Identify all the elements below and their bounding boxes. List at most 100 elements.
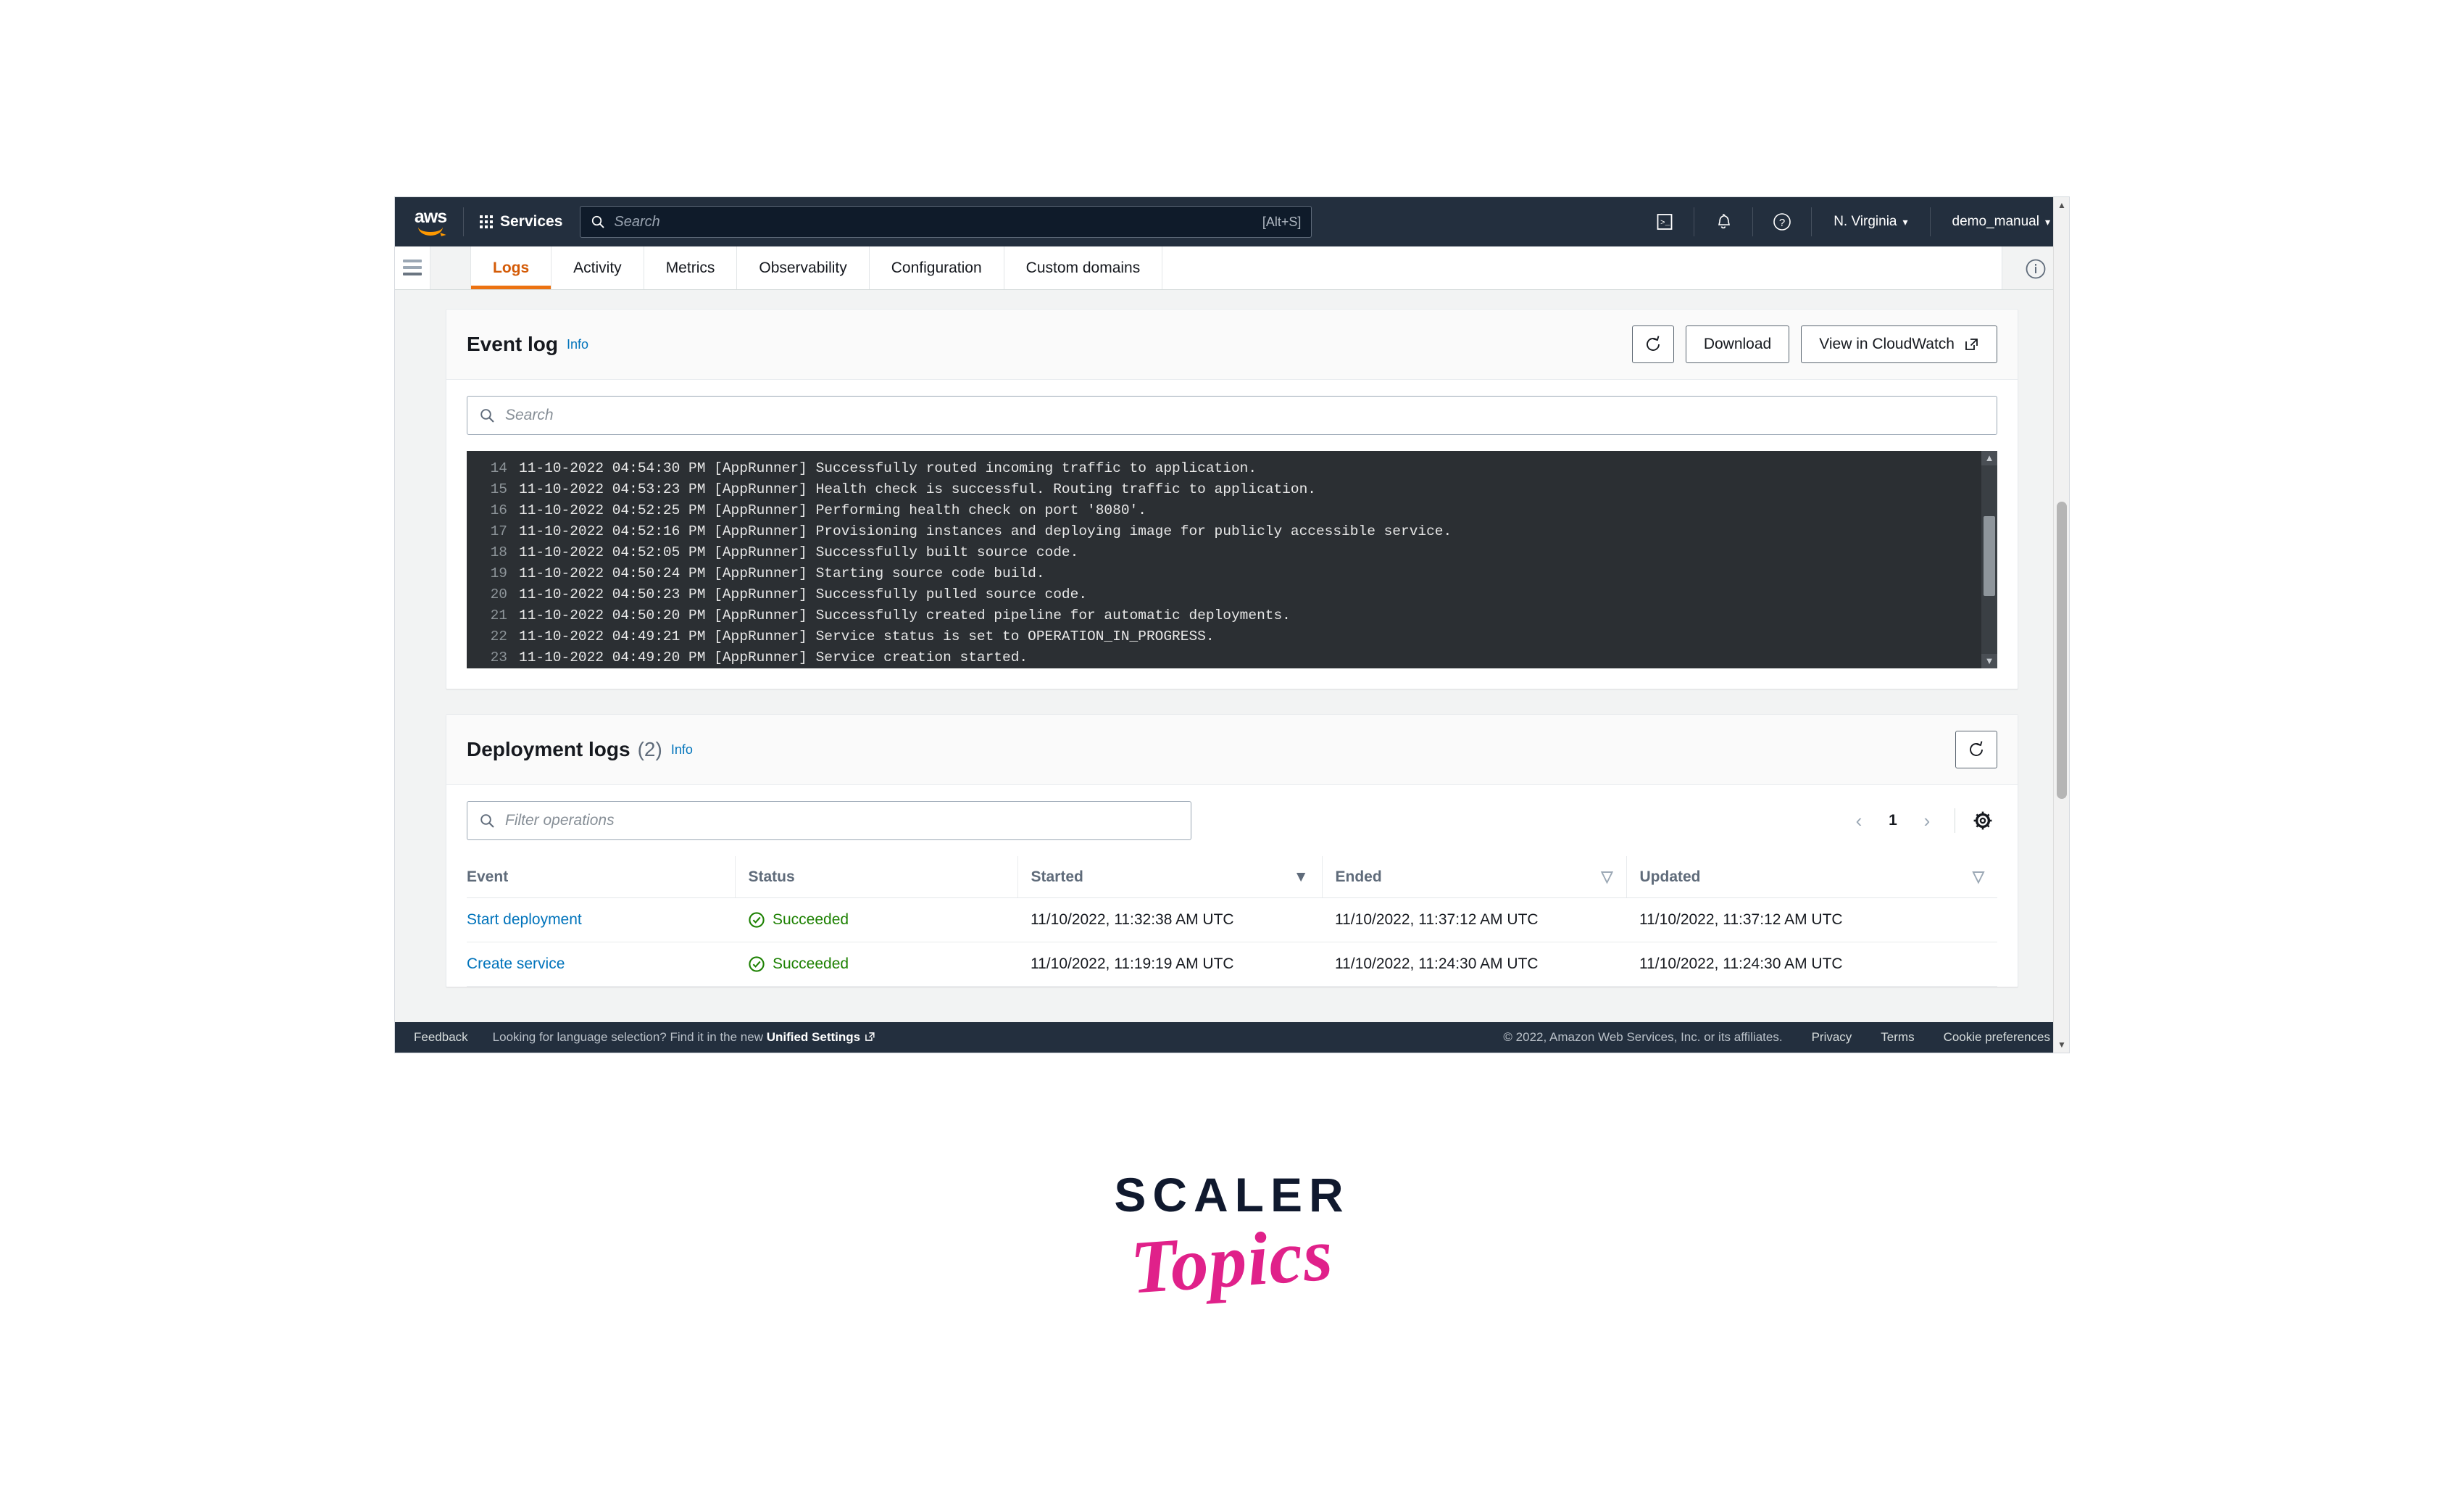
refresh-icon	[1646, 336, 1660, 351]
tab-metrics[interactable]: Metrics	[644, 246, 738, 289]
chevron-left-icon[interactable]: ‹	[1844, 806, 1873, 835]
cookie-preferences-link[interactable]: Cookie preferences	[1944, 1030, 2050, 1045]
account-label: demo_manual	[1952, 214, 2039, 229]
event-log-lines: 14 11-10-2022 04:54:30 PM [AppRunner] Suc…	[467, 451, 1981, 668]
console-scroll-thumb[interactable]	[1984, 516, 1995, 596]
filter-operations-box[interactable]	[467, 801, 1191, 840]
table-settings-button[interactable]	[1968, 806, 1997, 835]
tab-custom-domains-label: Custom domains	[1025, 259, 1141, 276]
console-footer: Feedback Looking for language selection?…	[395, 1022, 2069, 1053]
table-row: Start deployment Succeeded 11/10/2022, 1…	[467, 897, 1997, 942]
column-label: Status	[748, 868, 795, 885]
cell-ended: 11/10/2022, 11:37:12 AM UTC	[1322, 897, 1626, 942]
refresh-icon	[1970, 741, 1983, 756]
scroll-up-icon[interactable]: ▲	[1981, 451, 1997, 465]
log-line-text: 11-10-2022 04:50:24 PM [AppRunner] Start…	[519, 565, 1045, 581]
deployment-logs-info-link[interactable]: Info	[671, 742, 693, 758]
console-scrollbar[interactable]: ▲ ▼	[1981, 451, 1997, 668]
copyright-text: © 2022, Amazon Web Services, Inc. or its…	[1503, 1030, 1783, 1044]
column-header-updated[interactable]: Updated ▽	[1626, 856, 1997, 898]
download-button[interactable]: Download	[1685, 325, 1790, 363]
event-log-console[interactable]: 14 11-10-2022 04:54:30 PM [AppRunner] Suc…	[467, 451, 1997, 668]
services-label: Services	[500, 213, 563, 230]
tab-activity[interactable]: Activity	[552, 246, 644, 289]
table-header-row: Event Status Started ▼ Ended ▽ Updated ▽	[467, 856, 1997, 898]
scroll-down-icon[interactable]: ▼	[2054, 1037, 2069, 1053]
feedback-link[interactable]: Feedback	[414, 1030, 468, 1045]
hamburger-menu-icon[interactable]	[403, 260, 422, 275]
download-label: Download	[1703, 336, 1772, 352]
log-line-text: 11-10-2022 04:49:20 PM [AppRunner] Servi…	[519, 650, 1028, 665]
language-notice-text: Looking for language selection? Find it …	[492, 1030, 767, 1044]
unified-settings-link[interactable]: Unified Settings	[767, 1030, 860, 1044]
aws-logo-icon[interactable]: aws	[408, 206, 453, 238]
footer-right-group: © 2022, Amazon Web Services, Inc. or its…	[1503, 1030, 2050, 1045]
check-circle-icon	[749, 956, 765, 972]
tabs-list: Logs Activity Metrics Observability Conf…	[470, 246, 1163, 289]
column-label: Event	[467, 868, 509, 885]
aws-smile-shape	[418, 227, 443, 236]
event-log-refresh-button[interactable]	[1631, 325, 1674, 363]
column-label: Started	[1031, 868, 1083, 885]
log-line-text: 11-10-2022 04:54:30 PM [AppRunner] Succe…	[519, 460, 1257, 476]
column-header-ended[interactable]: Ended ▽	[1322, 856, 1627, 898]
cell-event: Start deployment	[467, 897, 735, 942]
log-line-number: 15	[490, 481, 507, 497]
scroll-up-icon[interactable]: ▲	[2054, 197, 2069, 213]
nav-divider-1	[463, 207, 464, 236]
cell-started: 11/10/2022, 11:32:38 AM UTC	[1017, 897, 1322, 942]
column-header-started[interactable]: Started ▼	[1017, 856, 1323, 898]
tab-configuration[interactable]: Configuration	[870, 246, 1004, 289]
privacy-link[interactable]: Privacy	[1812, 1030, 1852, 1045]
search-icon	[480, 409, 494, 423]
window-scroll-thumb[interactable]	[2057, 502, 2067, 799]
column-header-event[interactable]: Event	[467, 856, 736, 898]
account-selector[interactable]: demo_manual ▾	[1941, 214, 2062, 230]
cloudshell-button[interactable]: >_	[1646, 205, 1683, 239]
deployment-logs-refresh-button[interactable]	[1955, 731, 1997, 768]
event-link[interactable]: Create service	[467, 955, 565, 972]
window-scrollbar[interactable]: ▲ ▼	[2053, 197, 2069, 1053]
event-log-search-box[interactable]	[467, 396, 1997, 435]
tab-configuration-label: Configuration	[891, 259, 982, 276]
services-menu-button[interactable]: Services	[474, 209, 568, 235]
tab-observability[interactable]: Observability	[737, 246, 870, 289]
filter-operations-input[interactable]	[505, 812, 1179, 829]
log-line-text: 11-10-2022 04:52:16 PM [AppRunner] Provi…	[519, 523, 1452, 539]
status-badge: Succeeded	[748, 911, 1004, 929]
event-log-actions: Download View in CloudWatch	[1631, 325, 1997, 363]
terms-link[interactable]: Terms	[1881, 1030, 1914, 1045]
tabs-spacer	[1162, 246, 2002, 289]
tab-logs[interactable]: Logs	[470, 246, 552, 289]
column-header-status[interactable]: Status	[735, 856, 1018, 898]
global-search-input[interactable]	[614, 213, 1262, 231]
help-button[interactable]: ?	[1763, 205, 1801, 239]
log-line-number: 21	[490, 607, 507, 623]
log-line-number: 14	[490, 460, 507, 476]
scroll-down-icon[interactable]: ▼	[1981, 654, 1997, 668]
status-badge: Succeeded	[748, 955, 1004, 973]
event-link[interactable]: Start deployment	[467, 911, 582, 928]
log-line-text: 11-10-2022 04:52:25 PM [AppRunner] Perfo…	[519, 502, 1146, 518]
tab-custom-domains[interactable]: Custom domains	[1004, 246, 1163, 289]
notifications-button[interactable]	[1705, 205, 1742, 239]
event-log-card: Event log Info Download View in CloudWat…	[446, 309, 2018, 689]
info-circle-icon[interactable]	[2023, 257, 2048, 281]
search-icon	[592, 215, 605, 228]
screenshot-canvas: aws Services [Alt+S]	[0, 0, 2464, 1489]
log-line: 18 11-10-2022 04:52:05 PM [AppRunner] Suc…	[467, 542, 1981, 563]
event-log-search-input[interactable]	[505, 407, 1985, 424]
column-label: Ended	[1335, 868, 1382, 885]
column-label: Updated	[1639, 868, 1701, 885]
search-shortcut-hint: [Alt+S]	[1262, 214, 1302, 229]
log-line-number: 16	[490, 502, 507, 518]
scaler-topics-logo: SCALER Topics	[0, 1167, 2464, 1310]
page-number[interactable]: 1	[1881, 812, 1905, 829]
global-search-box[interactable]: [Alt+S]	[580, 206, 1312, 238]
log-line: 22 11-10-2022 04:49:21 PM [AppRunner] Ser…	[467, 626, 1981, 647]
cell-updated: 11/10/2022, 11:24:30 AM UTC	[1626, 942, 1997, 987]
chevron-right-icon[interactable]: ›	[1912, 806, 1941, 835]
event-log-info-link[interactable]: Info	[567, 337, 588, 352]
view-in-cloudwatch-button[interactable]: View in CloudWatch	[1801, 325, 1997, 363]
region-selector[interactable]: N. Virginia ▾	[1822, 214, 1919, 230]
